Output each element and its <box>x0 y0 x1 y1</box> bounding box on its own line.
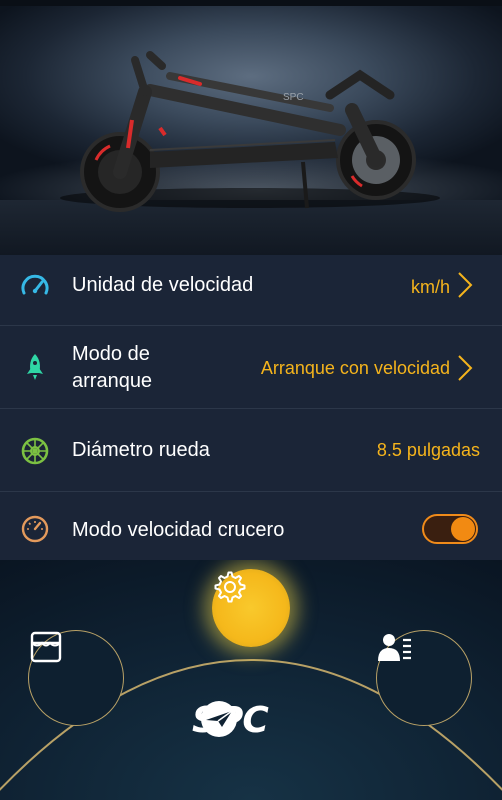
settings-gear-icon <box>214 571 246 603</box>
start-mode-label-line1: Modo de <box>72 343 150 365</box>
scooter-illustration: SPC <box>60 51 440 212</box>
speed-unit-value: km/h <box>410 277 450 297</box>
cruise-gauge-icon <box>21 515 49 543</box>
store-icon <box>30 631 62 663</box>
start-mode-label-line2: arranque <box>72 370 153 392</box>
speedometer-icon <box>21 274 49 295</box>
store-button[interactable] <box>28 630 124 726</box>
row-speed-unit[interactable]: Unidad de velocidad km/h <box>0 255 502 326</box>
scooter-hero-image: SPC <box>0 0 502 255</box>
start-mode-value: Arranque con velocidad <box>260 358 450 378</box>
frame-brand: SPC <box>283 92 304 103</box>
spc-logo: SPC <box>192 698 269 742</box>
row-start-mode[interactable]: Modo de arranque Arranque con velocidad <box>0 326 502 409</box>
chevron-right-icon[interactable] <box>456 270 474 300</box>
wheel-icon <box>21 437 49 465</box>
speed-unit-label: Unidad de velocidad <box>72 274 254 296</box>
bottom-navigation: SPC <box>0 560 502 800</box>
cruise-mode-label: Modo velocidad crucero <box>72 519 285 541</box>
settings-list: Unidad de velocidad km/h Modo de arranqu… <box>0 255 502 560</box>
row-cruise-mode: Modo velocidad crucero <box>0 492 502 560</box>
profile-button[interactable] <box>376 630 472 726</box>
toggle-knob <box>451 517 475 541</box>
wheel-diameter-label: Diámetro rueda <box>72 439 210 461</box>
settings-button[interactable] <box>212 569 290 647</box>
user-list-icon <box>378 634 411 661</box>
wheel-diameter-value: 8.5 pulgadas <box>376 440 480 460</box>
rocket-icon <box>27 354 43 380</box>
row-wheel-diameter: Diámetro rueda 8.5 pulgadas <box>0 409 502 492</box>
chevron-right-icon[interactable] <box>456 353 474 383</box>
paper-plane-logo-icon <box>201 701 237 737</box>
cruise-mode-toggle[interactable] <box>422 514 478 544</box>
